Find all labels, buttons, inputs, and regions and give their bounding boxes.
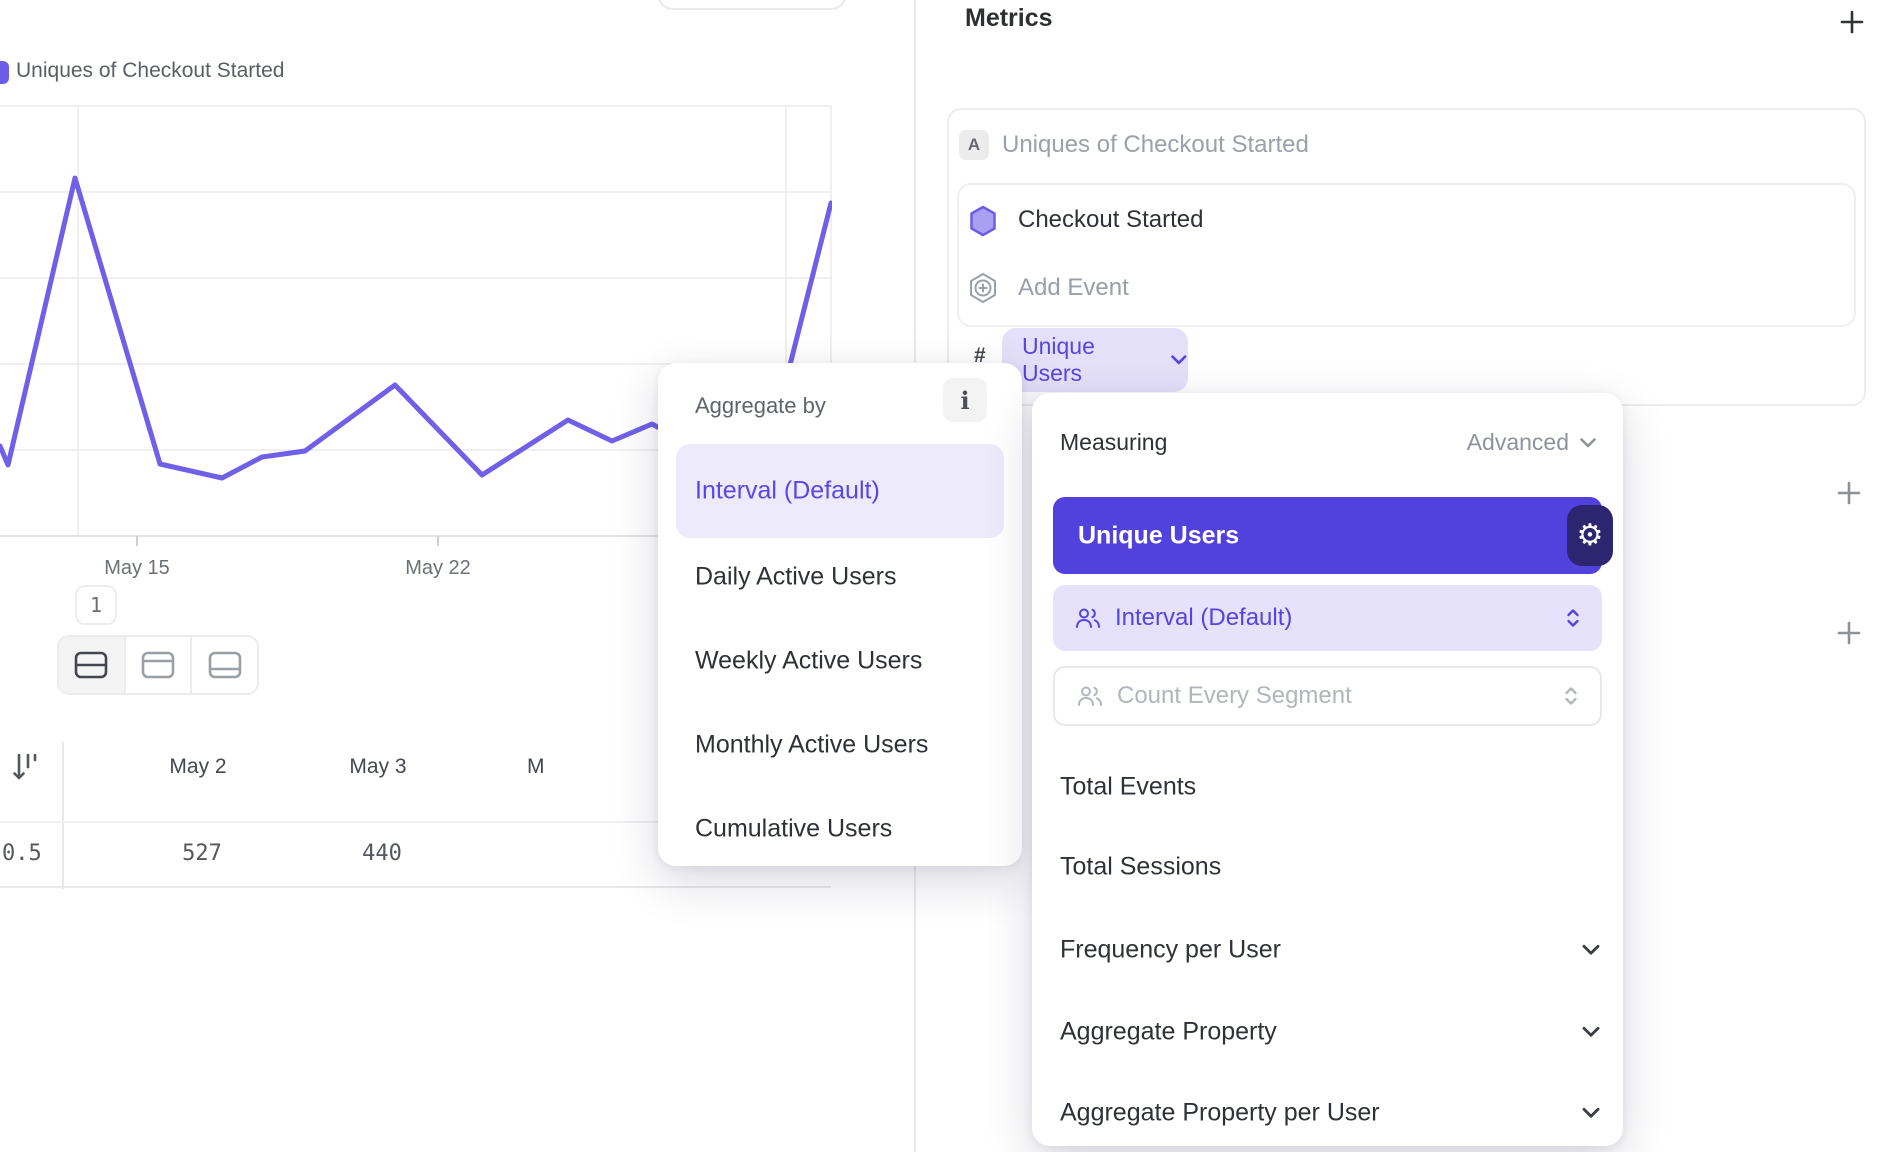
measuring-option[interactable]: Total Events xyxy=(1032,765,1623,809)
table-cell-value: 440 xyxy=(362,840,402,868)
aggregate-option[interactable]: Cumulative Users xyxy=(695,815,892,844)
measuring-option-unique-users[interactable]: Unique Users ⚙ xyxy=(1053,497,1602,574)
aggregate-option[interactable]: Monthly Active Users xyxy=(695,731,928,760)
table-bottom-border xyxy=(0,886,831,888)
interval-label: Interval (Default) xyxy=(1115,604,1292,632)
interval-selector-row[interactable]: Interval (Default) xyxy=(1053,585,1602,651)
gear-icon[interactable]: ⚙ xyxy=(1567,505,1613,566)
advanced-label: Advanced xyxy=(1467,429,1569,456)
table-row-label-clipped: 0.5 xyxy=(2,840,42,868)
chevron-down-icon xyxy=(1579,437,1597,449)
metrics-panel-title: Metrics xyxy=(965,4,1053,33)
table-column-header[interactable]: May 2 xyxy=(169,752,226,782)
split-rows-icon xyxy=(73,650,109,680)
x-axis-tick-label: May 15 xyxy=(104,557,170,579)
add-metric-plus-icon[interactable] xyxy=(1838,8,1866,36)
add-filter-plus-icon[interactable] xyxy=(1835,479,1863,507)
chevron-down-icon xyxy=(1581,1107,1601,1120)
measuring-popup: Measuring Advanced Unique Users ⚙ Interv… xyxy=(1032,393,1623,1146)
users-icon xyxy=(1075,607,1101,629)
aggregate-selected-label: Interval (Default) xyxy=(695,477,880,506)
aggregate-by-popup: Aggregate by i Interval (Default) Daily … xyxy=(658,363,1022,866)
layout-toggle-group xyxy=(57,635,259,695)
measuring-option-label: Frequency per User xyxy=(1060,936,1281,965)
event-card xyxy=(957,183,1856,327)
updown-chevron-icon xyxy=(1564,685,1578,707)
aggregate-option-selected[interactable]: Interval (Default) xyxy=(676,444,1004,538)
measuring-option-label: Total Events xyxy=(1060,773,1196,802)
aggregate-option[interactable]: Daily Active Users xyxy=(695,563,896,592)
header-top-icon xyxy=(140,650,176,680)
add-event-icon xyxy=(968,272,998,304)
aggregate-by-title: Aggregate by xyxy=(695,393,826,419)
measurement-pill-label: Unique Users xyxy=(1022,333,1158,387)
measuring-option[interactable]: Frequency per User xyxy=(1032,928,1623,972)
chevron-down-icon xyxy=(1170,354,1188,366)
measurement-pill[interactable]: Unique Users xyxy=(1002,328,1188,392)
segment-label: Count Every Segment xyxy=(1117,682,1352,710)
table-column-header[interactable]: May 3 xyxy=(349,752,406,782)
table-column-separator xyxy=(62,742,64,889)
chevron-down-icon xyxy=(1581,944,1601,957)
users-icon xyxy=(1077,685,1103,707)
event-hexagon-icon xyxy=(969,205,997,237)
layout-header-top-button[interactable] xyxy=(124,637,191,693)
x-axis-tick-label: May 22 xyxy=(405,557,471,579)
metric-letter-badge: A xyxy=(959,130,989,160)
measuring-option-label: Total Sessions xyxy=(1060,853,1221,882)
table-cell-value: 527 xyxy=(182,840,222,868)
measuring-option[interactable]: Aggregate Property xyxy=(1032,1010,1623,1054)
add-event-button[interactable]: Add Event xyxy=(1018,274,1129,302)
unique-users-label: Unique Users xyxy=(1078,521,1239,550)
insights-app: Uniques of Checkout Started May 15 May 22… xyxy=(0,0,1898,1152)
aggregate-option[interactable]: Weekly Active Users xyxy=(695,647,922,676)
updown-chevron-icon xyxy=(1566,607,1580,629)
layout-split-rows-button[interactable] xyxy=(59,637,124,693)
measuring-option[interactable]: Aggregate Property per User xyxy=(1032,1091,1623,1135)
table-column-header[interactable]: M xyxy=(527,752,545,782)
count-every-segment-row[interactable]: Count Every Segment xyxy=(1053,666,1602,726)
chevron-down-icon xyxy=(1581,1026,1601,1039)
footer-bottom-icon xyxy=(207,650,243,680)
measuring-option[interactable]: Total Sessions xyxy=(1032,845,1623,889)
series-count-badge[interactable]: 1 xyxy=(75,585,117,625)
sort-rows-icon[interactable] xyxy=(12,750,42,784)
advanced-toggle[interactable]: Advanced xyxy=(1467,429,1597,456)
event-name[interactable]: Checkout Started xyxy=(1018,206,1203,234)
measuring-option-label: Aggregate Property xyxy=(1060,1018,1277,1047)
add-breakdown-plus-icon[interactable] xyxy=(1835,619,1863,647)
layout-footer-bottom-button[interactable] xyxy=(190,637,257,693)
measuring-option-label: Aggregate Property per User xyxy=(1060,1099,1380,1128)
metric-name-label[interactable]: Uniques of Checkout Started xyxy=(1002,131,1309,159)
measuring-title: Measuring xyxy=(1060,429,1167,456)
info-icon[interactable]: i xyxy=(943,378,987,422)
